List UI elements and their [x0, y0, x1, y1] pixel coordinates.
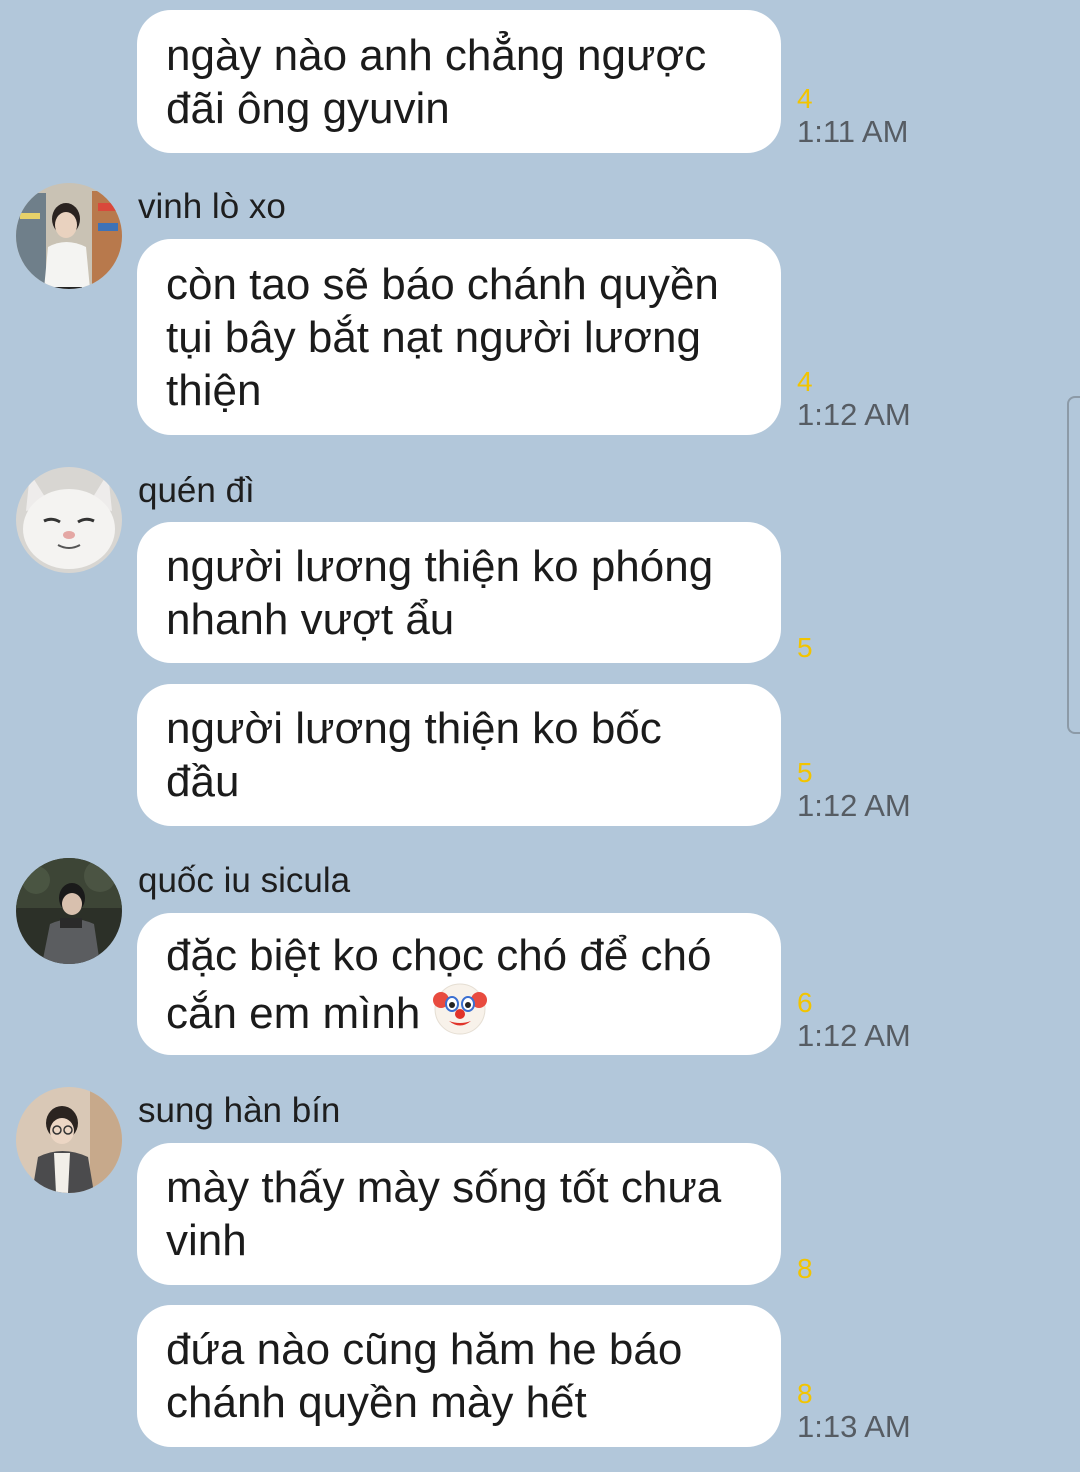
message-meta: 8 1:13 AM	[797, 1379, 911, 1445]
message-meta: 4 1:12 AM	[797, 367, 911, 433]
message-meta: 4 1:11 AM	[797, 84, 908, 150]
sender-name: vinh lò xo	[138, 187, 286, 226]
unread-count: 4	[797, 83, 813, 114]
message-meta: 6 1:12 AM	[797, 988, 911, 1054]
avatar[interactable]	[16, 858, 122, 964]
message-time: 1:12 AM	[797, 397, 911, 432]
message-bubble[interactable]: đứa nào cũng hăm he báo chánh quyền mày …	[137, 1305, 781, 1447]
message-text: ngày nào anh chẳng ngược đãi ông gyuvin	[166, 30, 707, 133]
message-time: 1:12 AM	[797, 1018, 911, 1053]
clown-face-emoji	[432, 983, 487, 1034]
message-bubble[interactable]: ngày nào anh chẳng ngược đãi ông gyuvin	[137, 10, 781, 153]
unread-count: 5	[797, 632, 813, 663]
message-meta: 5 1:12 AM	[797, 758, 911, 824]
message-text-line: đặc biệt ko chọc chó để chó	[166, 930, 712, 980]
message-meta: 8	[797, 1254, 813, 1284]
unread-count: 6	[797, 987, 813, 1018]
message-bubble[interactable]: mày thấy mày sống tốt chưa vinh	[137, 1143, 781, 1285]
message-time: 1:11 AM	[797, 114, 909, 149]
message-text: người lương thiện ko bốc đầu	[166, 704, 662, 806]
avatar[interactable]	[16, 183, 122, 289]
sender-name: quén đì	[138, 471, 255, 510]
message-time: 1:13 AM	[797, 1409, 911, 1444]
message-text: còn tao sẽ báo chánh quyền tụi bây bắt n…	[166, 259, 719, 415]
message-text: người lương thiện ko phóng nhanh vượt ẩu	[166, 541, 714, 644]
message-text: đặc biệt ko chọc chó để chó cắn em mình	[166, 929, 711, 1040]
message-bubble[interactable]: người lương thiện ko bốc đầu	[137, 684, 781, 826]
message-text: mày thấy mày sống tốt chưa vinh	[166, 1163, 722, 1265]
avatar[interactable]	[16, 467, 122, 573]
message-time: 1:12 AM	[797, 788, 911, 823]
message-text: đứa nào cũng hăm he báo chánh quyền mày …	[166, 1325, 683, 1427]
unread-count: 5	[797, 757, 813, 788]
message-meta: 5	[797, 633, 813, 663]
unread-count: 8	[797, 1378, 813, 1409]
scrollbar-handle[interactable]	[1067, 396, 1080, 734]
message-bubble[interactable]: đặc biệt ko chọc chó để chó cắn em mình	[137, 913, 781, 1055]
message-bubble[interactable]: còn tao sẽ báo chánh quyền tụi bây bắt n…	[137, 239, 781, 435]
message-bubble[interactable]: người lương thiện ko phóng nhanh vượt ẩu	[137, 522, 781, 663]
message-text-line: cắn em mình	[166, 988, 421, 1038]
sender-name: quốc iu sicula	[138, 861, 351, 900]
unread-count: 8	[797, 1253, 813, 1284]
avatar[interactable]	[16, 1087, 122, 1193]
unread-count: 4	[797, 366, 813, 397]
sender-name: sung hàn bín	[138, 1091, 341, 1130]
